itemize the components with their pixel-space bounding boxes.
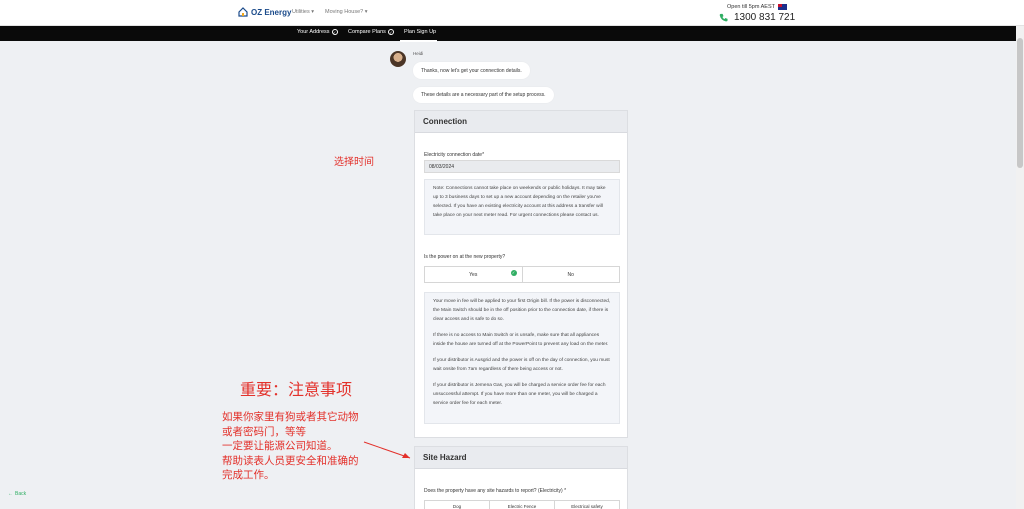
step-label: Your Address: [297, 29, 330, 35]
annotation-line: 完成工作。: [222, 469, 275, 481]
info-paragraph: If there is no access to Main Switch or …: [433, 333, 609, 347]
annotation-line: 一定要让能源公司知道。: [222, 440, 338, 452]
top-header: OZ Energy Utilities ▾ Moving House? ▾ Op…: [0, 0, 1024, 26]
step-label: Plan Sign Up: [404, 29, 437, 35]
power-info-panel: Your move in fee will be applied to your…: [424, 292, 620, 424]
check-circle-icon: ✓: [331, 29, 338, 35]
check-icon: ✓: [510, 270, 517, 276]
power-option-no[interactable]: No: [521, 267, 620, 282]
power-question: Is the power on at the new property?: [424, 254, 506, 260]
hazard-option-dog[interactable]: Dog: [425, 501, 489, 509]
phone-link[interactable]: 1300 831 721: [719, 12, 795, 23]
hazard-option-electrical-safety[interactable]: Electrical safety: [554, 501, 619, 509]
site-hazard-card: Site Hazard Does the property have any s…: [414, 446, 628, 509]
step-label: Compare Plans: [348, 29, 386, 35]
phone-number: 1300 831 721: [734, 12, 796, 23]
back-button[interactable]: ← Back: [8, 491, 26, 497]
option-label: No: [567, 271, 574, 278]
check-circle-icon: ✓: [387, 29, 394, 35]
arrow-left-icon: ←: [8, 491, 13, 497]
house-logo-icon: [238, 7, 248, 17]
info-paragraph: If your distributor is Jemena Gas, you w…: [433, 383, 606, 406]
annotation-note: 如果你家里有狗或者其它动物 或者密码门，等等 一定要让能源公司知道。 帮助读表人…: [222, 410, 359, 483]
connection-card: Connection Electricity connection date* …: [414, 110, 628, 438]
scrollbar-thumb[interactable]: [1017, 38, 1023, 168]
hazard-option-electric-fence[interactable]: Electric Fence: [489, 501, 554, 509]
step-your-address[interactable]: Your Address ✓: [297, 29, 338, 35]
annotation-line: 如果你家里有狗或者其它动物: [222, 411, 359, 423]
connection-date-input[interactable]: 08/03/2024: [424, 160, 620, 173]
agent-avatar: [390, 51, 406, 67]
annotation-line: 帮助读表人员更安全和准确的: [222, 454, 359, 467]
chat-message: These details are a necessary part of th…: [413, 87, 554, 103]
annotation-arrow-icon: [363, 441, 411, 459]
active-step-indicator: [400, 40, 437, 42]
connection-date-label: Electricity connection date*: [424, 152, 485, 158]
connection-title: Connection: [415, 111, 627, 133]
info-paragraph: If your distributor is Ausgrid and the p…: [433, 358, 610, 372]
hours-text: Open till 5pm AEST: [727, 4, 775, 10]
annotation-line: 或者密码门，等等: [222, 425, 306, 438]
site-hazard-title: Site Hazard: [415, 447, 627, 469]
nav-utilities[interactable]: Utilities ▾: [292, 9, 314, 15]
power-option-yes[interactable]: Yes ✓: [425, 267, 522, 282]
annotation-select-time: 选择时间: [334, 157, 374, 168]
step-compare-plans[interactable]: Compare Plans ✓: [348, 29, 394, 35]
connection-note: Note: Connections cannot take place on w…: [424, 179, 620, 235]
chat-message: Thanks, now let's get your connection de…: [413, 62, 530, 79]
hazard-options: Dog Electric Fence Electrical safety: [424, 500, 620, 509]
australia-flag-icon: [778, 4, 787, 10]
brand-logo[interactable]: OZ Energy: [238, 7, 291, 17]
brand-name: OZ Energy: [251, 7, 292, 17]
back-label: Back: [15, 491, 27, 497]
power-toggle: Yes ✓ No: [424, 266, 620, 283]
option-label: Yes: [469, 271, 478, 278]
nav-moving-house[interactable]: Moving House? ▾: [325, 9, 368, 15]
step-plan-sign-up[interactable]: Plan Sign Up: [404, 29, 436, 35]
agent-name: Heidi: [413, 51, 424, 56]
progress-steps: Your Address ✓ Compare Plans ✓ Plan Sign…: [0, 26, 1024, 41]
page-scrollbar[interactable]: [1016, 26, 1024, 509]
info-paragraph: Your move in fee will be applied to your…: [433, 299, 611, 322]
hazard-question: Does the property have any site hazards …: [424, 488, 567, 494]
annotation-important-title: 重要：注意事项: [240, 380, 353, 399]
opening-hours: Open till 5pm AEST: [727, 4, 787, 10]
phone-icon: [719, 13, 728, 22]
